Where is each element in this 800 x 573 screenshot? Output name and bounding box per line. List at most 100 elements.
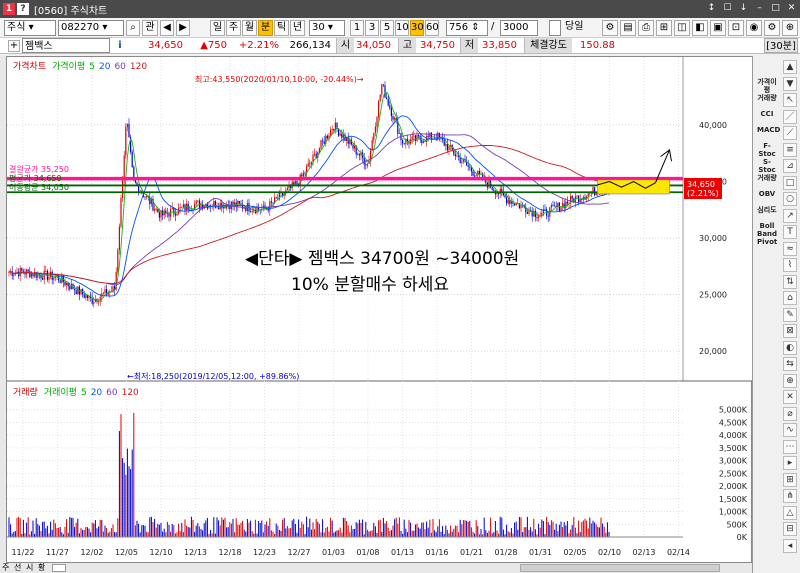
indicator-6[interactable]: 거래량 — [757, 174, 777, 182]
volume-bar — [320, 532, 322, 537]
period-minute-button[interactable]: 분 — [258, 20, 273, 36]
drawing-tool-icon[interactable]: ⌂ — [783, 291, 797, 305]
next-icon[interactable]: ▶ — [176, 20, 190, 36]
minimize-icon[interactable]: – — [753, 2, 766, 15]
tab-hwang[interactable]: 황 — [38, 563, 45, 573]
close-icon[interactable]: ✕ — [785, 2, 798, 15]
chart-area[interactable]: 40,00035,00030,00025,00020,000 가격차트가격이평5… — [6, 56, 753, 564]
layout-icon[interactable]: ☐ — [721, 2, 734, 15]
indicator-3[interactable]: MACD — [757, 126, 780, 134]
period-tick-button[interactable]: 틱 — [274, 20, 289, 36]
indicator-7[interactable]: OBV — [757, 190, 777, 198]
volume-bar — [539, 527, 541, 537]
quick-60-button[interactable]: 60 — [425, 20, 439, 36]
horizontal-scrollbar[interactable] — [520, 564, 720, 572]
link-icon[interactable]: ↕ — [705, 2, 718, 15]
drawing-tool-icon[interactable]: ◐ — [783, 340, 797, 355]
scroll-left-button[interactable] — [52, 564, 66, 572]
period-day-button[interactable]: 일 — [210, 20, 225, 36]
count-total-input[interactable]: 3000 ▾ — [500, 20, 538, 47]
lock-icon[interactable]: ⊡ — [728, 20, 744, 36]
drawing-tool-icon[interactable]: ↗ — [783, 208, 797, 223]
drawing-tool-icon[interactable]: ▼ — [783, 76, 797, 91]
chart-type-button[interactable]: 관 — [142, 20, 158, 36]
app-icon[interactable]: 1 — [3, 3, 15, 15]
save-icon[interactable]: ▣ — [710, 20, 726, 36]
drawing-tool-icon[interactable]: ⇅ — [783, 274, 797, 289]
indicator-5[interactable]: S-Stoc — [757, 158, 777, 174]
drawing-tool-icon[interactable]: ⌇ — [783, 258, 797, 272]
tab-ju[interactable]: 주 — [2, 563, 9, 573]
drawing-tool-icon[interactable]: ⊠ — [783, 324, 797, 338]
quick-3-button[interactable]: 3 — [365, 20, 379, 36]
drawing-tool-icon[interactable]: ∿ — [783, 423, 797, 437]
link-chart-icon[interactable]: ⊕ — [782, 20, 798, 36]
count-input[interactable]: 756 ⇕ — [446, 20, 488, 36]
indicator-8[interactable]: 심리도 — [757, 206, 777, 214]
drawing-tool-icon[interactable]: ⇆ — [783, 357, 797, 371]
volume-bar — [325, 527, 327, 537]
drawing-tool-icon[interactable]: T — [783, 225, 797, 239]
indicator-0[interactable]: 가격이평 — [757, 78, 777, 94]
quick-30-button[interactable]: 30 — [410, 20, 424, 36]
pin-icon[interactable]: ↓ — [737, 2, 750, 15]
period-year-button[interactable]: 년 — [290, 20, 305, 36]
drawing-tool-icon[interactable]: ≈ — [783, 241, 797, 256]
maximize-icon[interactable]: □ — [769, 2, 782, 15]
drawing-tool-icon[interactable]: ≡ — [783, 142, 797, 157]
indicator-2[interactable]: CCI — [757, 110, 777, 118]
period-month-button[interactable]: 월 — [242, 20, 257, 36]
drawing-tool-icon[interactable]: ↖ — [783, 93, 797, 107]
layout-split-icon[interactable]: ◧ — [692, 20, 708, 36]
daily-checkbox[interactable] — [549, 20, 561, 36]
drawing-tool-icon[interactable]: ✎ — [783, 307, 797, 322]
print-icon[interactable]: ⎙ — [638, 20, 654, 36]
table-icon[interactable]: ▤ — [620, 20, 636, 36]
drawing-tool-icon[interactable]: ○ — [783, 192, 797, 206]
indicator-4[interactable]: F-Stoc — [757, 142, 777, 158]
help-icon[interactable]: ? — [17, 3, 29, 15]
drawing-tool-icon[interactable]: ⟋ — [783, 126, 797, 140]
indicator-1[interactable]: 거래량 — [757, 94, 777, 102]
add-icon[interactable]: + — [8, 40, 20, 52]
indicator-10[interactable]: Pivot — [757, 238, 777, 246]
drawing-tool-icon[interactable]: ◂ — [783, 538, 797, 553]
market-select[interactable]: 주식 ▾ — [4, 20, 56, 36]
interval-select[interactable]: 30 ▾ — [309, 20, 345, 36]
chart-canvas[interactable]: 40,00035,00030,00025,00020,000 가격차트가격이평5… — [7, 57, 753, 564]
drawing-tool-icon[interactable]: □ — [783, 175, 797, 190]
window-icon[interactable]: ◫ — [674, 20, 690, 36]
config-icon[interactable]: ⚙ — [764, 20, 780, 36]
info-icon[interactable]: i — [114, 38, 126, 53]
user-icon[interactable]: ◉ — [746, 20, 762, 36]
settings-icon[interactable]: ⚙ — [602, 20, 618, 36]
drawing-tool-icon[interactable]: ✕ — [783, 390, 797, 404]
drawing-tool-icon[interactable]: ⌀ — [783, 406, 797, 421]
volume-bar — [499, 516, 501, 537]
drawing-tool-icon[interactable]: ／ — [783, 109, 797, 124]
volume-tick-label: 0K — [737, 533, 748, 542]
search-icon[interactable]: ⌕ — [126, 20, 140, 36]
volume-bar — [178, 523, 180, 537]
quick-10-button[interactable]: 10 — [395, 20, 409, 36]
drawing-tool-icon[interactable]: ⊞ — [783, 472, 797, 487]
tab-seon[interactable]: 선 — [14, 563, 21, 573]
quick-1-button[interactable]: 1 — [350, 20, 364, 36]
drawing-tool-icon[interactable]: ⊕ — [783, 373, 797, 388]
period-week-button[interactable]: 주 — [226, 20, 241, 36]
indicator-9[interactable]: Boll Band — [757, 222, 777, 238]
quick-5-button[interactable]: 5 — [380, 20, 394, 36]
volume-bar — [176, 532, 178, 537]
prev-icon[interactable]: ◀ — [160, 20, 174, 36]
stock-code-input[interactable]: 082270 ▾ — [58, 20, 124, 36]
drawing-tool-icon[interactable]: ▸ — [783, 456, 797, 470]
drawing-tool-icon[interactable]: ⋯ — [783, 439, 797, 454]
grid-icon[interactable]: ⊞ — [656, 20, 672, 36]
drawing-tool-icon[interactable]: △ — [783, 505, 797, 520]
drawing-tool-icon[interactable]: ⊿ — [783, 159, 797, 173]
drawing-tool-icon[interactable]: ▲ — [783, 60, 797, 74]
drawing-tool-icon[interactable]: ⋔ — [783, 489, 797, 503]
drawing-tool-icon[interactable]: ⊟ — [783, 522, 797, 536]
tab-si[interactable]: 시 — [26, 563, 33, 573]
volume-bar — [141, 525, 143, 537]
